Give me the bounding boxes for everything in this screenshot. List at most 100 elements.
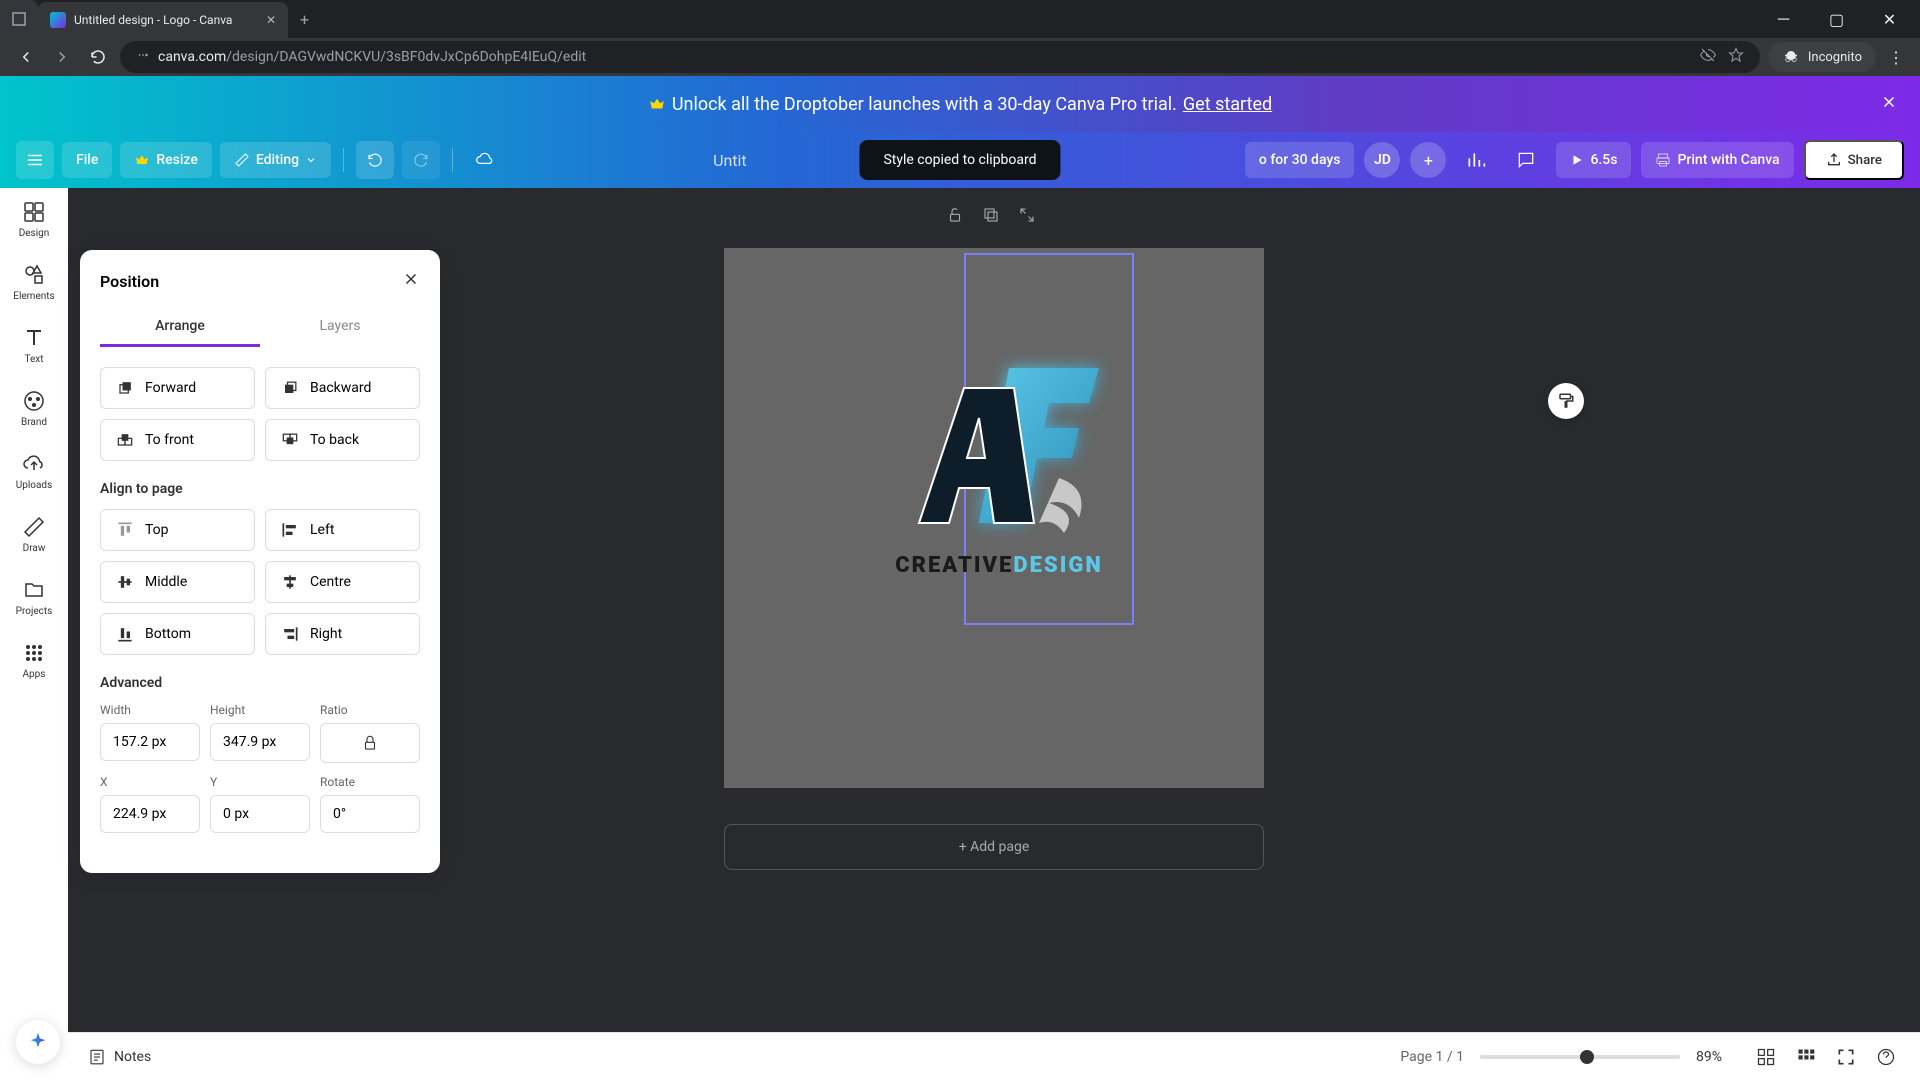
align-left-icon: [280, 520, 300, 540]
sidebar-item-apps[interactable]: Apps: [22, 641, 46, 680]
bookmark-star-icon[interactable]: [1728, 47, 1744, 67]
try-pro-button[interactable]: o for 30 days: [1245, 142, 1355, 178]
document-title[interactable]: Untit: [713, 151, 747, 170]
align-bottom-button[interactable]: Bottom: [100, 613, 255, 655]
y-input[interactable]: [210, 795, 310, 833]
redo-icon: [412, 151, 430, 169]
reload-button[interactable]: [84, 43, 112, 71]
banner-close-icon[interactable]: [1880, 93, 1904, 116]
expand-page-button[interactable]: [1018, 206, 1036, 228]
left-sidebar: Design Elements Text Brand Uploads Draw …: [0, 188, 68, 1080]
page-controls: [946, 206, 1036, 228]
cloud-icon: [475, 150, 495, 170]
sidebar-item-text[interactable]: Text: [22, 326, 46, 365]
cloud-sync-button[interactable]: [465, 140, 505, 180]
resize-button[interactable]: Resize: [120, 142, 212, 178]
banner-text: Unlock all the Droptober launches with a…: [672, 94, 1177, 115]
height-input[interactable]: [210, 723, 310, 761]
minimize-button[interactable]: ─: [1761, 4, 1806, 34]
align-centre-button[interactable]: Centre: [265, 561, 420, 603]
chart-icon: [1466, 150, 1486, 170]
new-tab-button[interactable]: +: [296, 6, 313, 33]
lock-page-button[interactable]: [946, 206, 964, 228]
zoom-value[interactable]: 89%: [1696, 1049, 1736, 1065]
rotate-input[interactable]: [320, 795, 420, 833]
thumbnail-view-button[interactable]: [1792, 1043, 1820, 1071]
sidebar-item-projects[interactable]: Projects: [16, 578, 53, 617]
align-middle-button[interactable]: Middle: [100, 561, 255, 603]
url-domain: canva.com: [158, 49, 226, 65]
to-front-button[interactable]: To front: [100, 419, 255, 461]
align-top-button[interactable]: Top: [100, 509, 255, 551]
editing-button[interactable]: Editing: [220, 142, 331, 178]
promo-banner: Unlock all the Droptober launches with a…: [0, 76, 1920, 132]
grid-view-button[interactable]: [1752, 1043, 1780, 1071]
backward-button[interactable]: Backward: [265, 367, 420, 409]
insights-button[interactable]: [1456, 140, 1496, 180]
sidebar-item-uploads[interactable]: Uploads: [16, 452, 52, 491]
logo-element[interactable]: CREATIVEDESIGN: [869, 348, 1129, 598]
add-collaborator-button[interactable]: +: [1410, 142, 1446, 178]
projects-icon: [22, 578, 46, 602]
browser-menu-icon[interactable]: ⋮: [1884, 44, 1908, 71]
banner-link[interactable]: Get started: [1183, 94, 1272, 115]
rotate-label: Rotate: [320, 775, 420, 789]
notes-icon: [88, 1048, 106, 1066]
panel-close-button[interactable]: [402, 270, 420, 292]
notes-button[interactable]: Notes: [88, 1048, 151, 1066]
apps-icon: [22, 641, 46, 665]
brand-icon: [22, 389, 46, 413]
user-avatar[interactable]: JD: [1364, 142, 1400, 178]
url-input[interactable]: canva.com/design/DAGVwdNCKVU/3sBF0dvJxCp…: [120, 41, 1760, 73]
sidebar-item-elements[interactable]: Elements: [13, 263, 54, 302]
redo-button[interactable]: [402, 141, 440, 179]
page-indicator[interactable]: Page 1 / 1: [1400, 1049, 1464, 1065]
forward-button[interactable]: [48, 43, 76, 71]
add-page-button[interactable]: + Add page: [724, 824, 1264, 870]
sidebar-item-draw[interactable]: Draw: [22, 515, 46, 554]
window-menu-icon[interactable]: [0, 0, 38, 38]
align-left-button[interactable]: Left: [265, 509, 420, 551]
back-button[interactable]: [12, 43, 40, 71]
forward-button[interactable]: Forward: [100, 367, 255, 409]
magic-button[interactable]: [16, 1020, 60, 1064]
forward-icon: [115, 378, 135, 398]
draw-icon: [22, 515, 46, 539]
crown-icon: [648, 95, 666, 113]
tab-arrange[interactable]: Arrange: [100, 308, 260, 347]
file-button[interactable]: File: [62, 142, 112, 178]
sidebar-item-design[interactable]: Design: [19, 200, 50, 239]
to-back-button[interactable]: To back: [265, 419, 420, 461]
design-canvas[interactable]: CREATIVEDESIGN: [724, 248, 1264, 788]
maximize-button[interactable]: ▢: [1814, 4, 1859, 34]
undo-button[interactable]: [356, 141, 394, 179]
tab-close-icon[interactable]: ✕: [266, 13, 276, 27]
incognito-badge[interactable]: Incognito: [1768, 42, 1876, 72]
menu-button[interactable]: [16, 141, 54, 179]
ratio-lock-button[interactable]: [320, 723, 420, 763]
comment-button[interactable]: [1506, 140, 1546, 180]
hamburger-icon: [26, 151, 44, 169]
eye-off-icon[interactable]: [1700, 47, 1716, 67]
align-section-title: Align to page: [100, 481, 420, 497]
fullscreen-button[interactable]: [1832, 1043, 1860, 1071]
help-button[interactable]: [1872, 1043, 1900, 1071]
sidebar-item-brand[interactable]: Brand: [21, 389, 47, 428]
width-input[interactable]: [100, 723, 200, 761]
duplicate-page-button[interactable]: [982, 206, 1000, 228]
browser-tab[interactable]: Untitled design - Logo - Canva ✕: [38, 2, 288, 38]
duration-button[interactable]: 6.5s: [1556, 142, 1631, 178]
share-button[interactable]: Share: [1804, 140, 1904, 180]
close-window-button[interactable]: ✕: [1867, 4, 1912, 34]
height-label: Height: [210, 703, 310, 717]
tab-layers[interactable]: Layers: [260, 308, 420, 347]
x-input[interactable]: [100, 795, 200, 833]
print-button[interactable]: Print with Canva: [1641, 142, 1793, 178]
site-info-icon[interactable]: [136, 48, 150, 66]
browser-tab-bar: Untitled design - Logo - Canva ✕ + ─ ▢ ✕: [0, 0, 1920, 38]
style-fab[interactable]: [1548, 383, 1584, 419]
to-back-icon: [280, 430, 300, 450]
align-right-button[interactable]: Right: [265, 613, 420, 655]
zoom-slider[interactable]: [1480, 1055, 1680, 1059]
comment-icon: [1516, 150, 1536, 170]
